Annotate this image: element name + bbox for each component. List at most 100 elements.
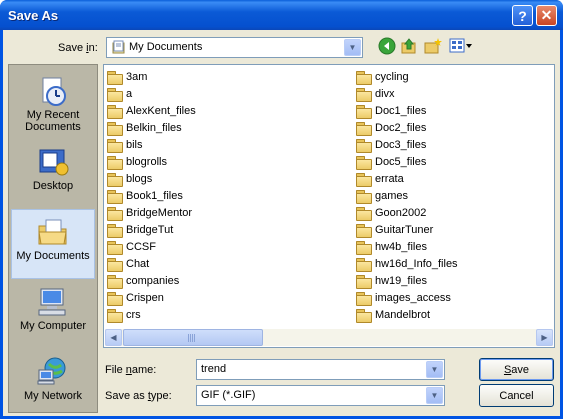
file-name-label: File name: (105, 364, 157, 376)
folder-icon (107, 240, 123, 255)
file-name-field[interactable]: trend ▼ (196, 359, 445, 380)
folder-item[interactable]: Doc3_files (356, 137, 426, 153)
folder-item[interactable]: GuitarTuner (356, 222, 433, 238)
folder-name: Crispen (126, 292, 164, 304)
folder-item[interactable]: hw16d_Info_files (356, 256, 458, 272)
close-icon: ✕ (540, 7, 553, 23)
folder-icon (107, 104, 123, 119)
chevron-down-icon[interactable]: ▼ (344, 39, 361, 56)
folder-icon (107, 70, 123, 85)
cancel-button[interactable]: Cancel (479, 384, 554, 407)
my-documents-small-icon (112, 40, 125, 54)
place-my-computer[interactable]: My Computer (11, 280, 95, 350)
save-as-type-label: Save as type: (105, 390, 172, 402)
folder-item[interactable]: Book1_files (107, 188, 183, 204)
place-my-documents[interactable]: My Documents (11, 209, 95, 279)
folder-icon (107, 206, 123, 221)
place-label: Desktop (32, 180, 74, 192)
folder-icon (356, 206, 372, 221)
folder-item[interactable]: cycling (356, 69, 409, 85)
folder-name: errata (375, 173, 404, 185)
folder-item[interactable]: divx (356, 86, 395, 102)
folder-name: Doc5_files (375, 156, 427, 168)
folder-icon (356, 121, 372, 136)
folder-icon (107, 138, 123, 153)
up-folder-icon[interactable] (400, 37, 418, 55)
chevron-right-icon: ▶ (541, 333, 548, 342)
folder-icon (107, 223, 123, 238)
folder-name: Book1_files (126, 190, 183, 202)
place-my-network[interactable]: My Network (11, 350, 95, 419)
place-label: My Documents (16, 250, 90, 262)
folder-icon (107, 189, 123, 204)
question-icon: ? (518, 7, 527, 24)
folder-name: BridgeTut (126, 224, 174, 236)
folder-item[interactable]: blogs (107, 171, 152, 187)
folder-item[interactable]: Doc5_files (356, 154, 426, 170)
dialog-body: Save in: My Documents ▼ My Recent Docume… (3, 30, 560, 416)
folder-item[interactable]: Doc1_files (356, 103, 426, 119)
folder-name: bils (126, 139, 143, 151)
folder-name: hw16d_Info_files (375, 258, 458, 270)
folder-name: hw19_files (375, 275, 427, 287)
scroll-thumb[interactable] (123, 329, 263, 346)
folder-item[interactable]: 3am (107, 69, 147, 85)
save-as-type-combo[interactable]: GIF (*.GIF) ▼ (196, 385, 445, 406)
folder-name: games (375, 190, 409, 202)
recent-documents-icon (42, 77, 66, 106)
place-label: My Recent Documents (25, 109, 81, 133)
folder-item[interactable]: Chat (107, 256, 149, 272)
chevron-down-icon[interactable]: ▼ (426, 387, 443, 404)
place-desktop[interactable]: Desktop (11, 140, 95, 210)
folder-icon (356, 274, 372, 289)
folder-name: Goon2002 (375, 207, 427, 219)
folder-icon (107, 121, 123, 136)
save-in-combo[interactable]: My Documents ▼ (106, 37, 363, 58)
folder-item[interactable]: games (356, 188, 408, 204)
folder-item[interactable]: blogrolls (107, 154, 167, 170)
folder-item[interactable]: companies (107, 273, 179, 289)
save-as-type-value: GIF (*.GIF) (201, 389, 256, 401)
folder-item[interactable]: hw4b_files (356, 239, 427, 255)
scroll-right-button[interactable]: ▶ (536, 329, 553, 346)
folder-item[interactable]: Goon2002 (356, 205, 426, 221)
views-menu-icon[interactable] (449, 37, 473, 55)
folder-item[interactable]: CCSF (107, 239, 156, 255)
folder-name: companies (126, 275, 180, 287)
folder-item[interactable]: BridgeTut (107, 222, 173, 238)
folder-name: cycling (375, 71, 409, 83)
folder-icon (107, 172, 123, 187)
folder-item[interactable]: BridgeMentor (107, 205, 192, 221)
folder-item[interactable]: AlexKent_files (107, 103, 196, 119)
folder-item[interactable]: images_access (356, 290, 451, 306)
folder-name: a (126, 88, 133, 100)
folder-item[interactable]: Mandelbrot (356, 307, 430, 323)
folder-name: Doc1_files (375, 105, 427, 117)
folder-item[interactable]: Belkin_files (107, 120, 182, 136)
back-icon[interactable] (378, 37, 396, 55)
folder-icon (356, 308, 372, 323)
save-as-dialog: Save As ? ✕ Save in: My Documents ▼ My R… (0, 0, 563, 419)
place-recent-documents[interactable]: My Recent Documents (11, 69, 95, 139)
new-folder-icon[interactable] (424, 37, 442, 55)
chevron-down-icon[interactable]: ▼ (426, 361, 443, 378)
folder-name: Chat (126, 258, 150, 270)
save-button[interactable]: Save (479, 358, 554, 381)
title-bar[interactable]: Save As ? ✕ (0, 0, 563, 30)
folder-item[interactable]: Crispen (107, 290, 164, 306)
folder-item[interactable]: Doc2_files (356, 120, 426, 136)
scroll-left-button[interactable]: ◀ (105, 329, 122, 346)
file-name-value: trend (201, 363, 227, 375)
folder-item[interactable]: bils (107, 137, 143, 153)
help-button[interactable]: ? (512, 5, 533, 26)
places-bar: My Recent Documents Desktop My Documents (8, 64, 98, 413)
folder-icon (356, 155, 372, 170)
close-button[interactable]: ✕ (536, 5, 557, 26)
folder-item[interactable]: a (107, 86, 132, 102)
horizontal-scrollbar[interactable]: ◀ ▶ (105, 329, 553, 346)
file-list[interactable]: 3am a AlexKent_files Belkin_filesbils blogro… (103, 64, 555, 348)
folder-item[interactable]: crs (107, 307, 141, 323)
folder-item[interactable]: errata (356, 171, 404, 187)
folder-item[interactable]: hw19_files (356, 273, 427, 289)
save-in-value: My Documents (129, 41, 203, 53)
